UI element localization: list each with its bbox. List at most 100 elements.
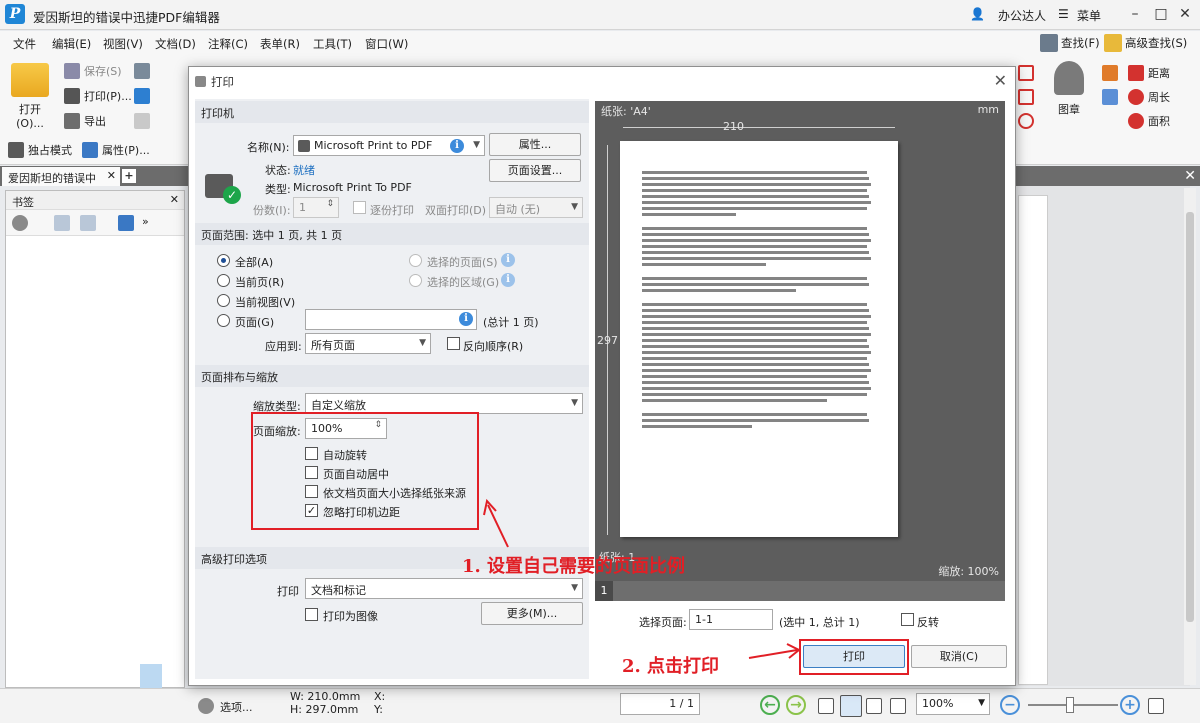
options-gear-icon[interactable] bbox=[198, 698, 214, 714]
print-button[interactable]: 打印(P)... bbox=[64, 88, 132, 104]
pencil-tool[interactable] bbox=[1102, 65, 1118, 81]
zoom-dropdown[interactable]: 100% ▼ bbox=[916, 693, 990, 715]
printer-name-dropdown[interactable]: Microsoft Print to PDF i ▼ bbox=[293, 135, 485, 156]
find-button[interactable]: 查找(F) bbox=[1040, 34, 1100, 52]
advanced-find-button[interactable]: 高级查找(S) bbox=[1104, 34, 1187, 52]
menu-view[interactable]: 视图(V) bbox=[103, 36, 143, 52]
menu-form[interactable]: 表单(R) bbox=[260, 36, 300, 52]
shape-tool-1[interactable] bbox=[1018, 65, 1034, 81]
preview-text-line bbox=[642, 327, 869, 330]
open-button[interactable]: 打开(O)... bbox=[6, 63, 54, 130]
copies-stepper[interactable]: 1 ⇕ bbox=[293, 197, 339, 218]
single-page-icon[interactable] bbox=[818, 698, 834, 714]
minimize-button[interactable]: – bbox=[1126, 5, 1144, 23]
scale-type-dropdown[interactable]: 自定义缩放 ▼ bbox=[305, 393, 583, 414]
document-tab[interactable]: 爱因斯坦的错误中 ✕ bbox=[2, 167, 120, 186]
menu-document[interactable]: 文档(D) bbox=[155, 36, 196, 52]
user-name[interactable]: 办公达人 bbox=[998, 7, 1046, 24]
preview-text-line bbox=[642, 207, 867, 210]
facing-page-icon[interactable] bbox=[866, 698, 882, 714]
document-tab-label: 爱因斯坦的错误中 bbox=[8, 172, 96, 185]
preview-text-line bbox=[642, 233, 869, 236]
gear-icon[interactable] bbox=[12, 215, 28, 231]
menu-comment[interactable]: 注释(C) bbox=[208, 36, 248, 52]
range-selected-area-radio[interactable] bbox=[409, 274, 422, 287]
facing-continuous-icon[interactable] bbox=[890, 698, 906, 714]
email-button[interactable] bbox=[134, 63, 150, 79]
forward-arrow-icon[interactable]: → bbox=[786, 695, 806, 715]
range-selected-pages-radio[interactable] bbox=[409, 254, 422, 267]
pages-input[interactable]: i bbox=[305, 309, 477, 330]
properties-button[interactable]: 属性(P)... bbox=[82, 142, 150, 158]
expand-icon[interactable]: » bbox=[142, 215, 149, 228]
close-tab-icon[interactable]: ✕ bbox=[107, 169, 116, 182]
menu-tools[interactable]: 工具(T) bbox=[313, 36, 352, 52]
bookmark-delete-icon[interactable] bbox=[80, 215, 96, 231]
range-current-radio[interactable] bbox=[217, 274, 230, 287]
preview-text-line bbox=[642, 309, 869, 312]
area-button[interactable]: 面积 bbox=[1128, 113, 1170, 129]
fit-width-icon[interactable] bbox=[1148, 698, 1164, 714]
range-current-view-radio[interactable] bbox=[217, 294, 230, 307]
duplex-dropdown[interactable]: 自动 (无) ▼ bbox=[489, 197, 583, 218]
continuous-page-icon[interactable] bbox=[840, 695, 862, 717]
range-pages-radio[interactable] bbox=[217, 314, 230, 327]
menu-file[interactable]: 文件 bbox=[13, 36, 36, 52]
hamburger-icon[interactable]: ☰ bbox=[1058, 7, 1069, 21]
invert-checkbox[interactable] bbox=[901, 613, 914, 626]
page-number-field[interactable]: 1 / 1 bbox=[620, 693, 700, 715]
maximize-button[interactable]: □ bbox=[1152, 5, 1170, 23]
info-icon[interactable]: i bbox=[450, 139, 464, 153]
select-pages-input[interactable]: 1-1 bbox=[689, 609, 773, 630]
vertical-scrollbar[interactable] bbox=[1184, 188, 1196, 685]
preview-text-line bbox=[642, 375, 867, 378]
shape-tool-2[interactable] bbox=[1018, 89, 1034, 105]
zoom-in-icon[interactable]: + bbox=[1120, 695, 1140, 715]
preview-page-thumb[interactable]: 1 bbox=[595, 581, 613, 601]
menu-button[interactable]: 菜单 bbox=[1077, 7, 1101, 24]
cancel-button[interactable]: 取消(C) bbox=[911, 645, 1007, 668]
new-doc-button[interactable] bbox=[134, 113, 150, 129]
dialog-close-icon[interactable]: ✕ bbox=[994, 71, 1007, 90]
new-bookmark-icon[interactable] bbox=[118, 215, 134, 231]
apply-to-dropdown[interactable]: 所有页面 ▼ bbox=[305, 333, 431, 354]
printer-properties-button[interactable]: 属性... bbox=[489, 133, 581, 156]
range-all-radio[interactable] bbox=[217, 254, 230, 267]
save-button[interactable]: 保存(S) bbox=[64, 63, 122, 79]
reverse-order-checkbox[interactable] bbox=[447, 337, 460, 350]
chevron-down-icon: ▼ bbox=[419, 338, 426, 348]
menu-window[interactable]: 窗口(W) bbox=[365, 36, 408, 52]
close-document-icon[interactable]: ✕ bbox=[1184, 168, 1196, 184]
menu-edit[interactable]: 编辑(E) bbox=[52, 36, 91, 52]
zoom-out-icon[interactable]: − bbox=[1000, 695, 1020, 715]
stamp-button[interactable]: 图章 bbox=[1046, 61, 1092, 117]
eraser-tool[interactable] bbox=[1102, 89, 1118, 105]
close-panel-icon[interactable]: ✕ bbox=[170, 193, 179, 206]
print-as-image-checkbox[interactable] bbox=[305, 608, 318, 621]
options-button[interactable]: 选项... bbox=[220, 699, 253, 715]
scan-button[interactable] bbox=[134, 88, 150, 104]
zoom-slider-handle[interactable] bbox=[1066, 697, 1074, 713]
distance-button[interactable]: 距离 bbox=[1128, 65, 1170, 81]
info-icon[interactable]: i bbox=[501, 273, 515, 287]
page-setup-button[interactable]: 页面设置... bbox=[489, 159, 581, 182]
add-tab-button[interactable]: + bbox=[122, 169, 136, 183]
preview-text-line bbox=[642, 425, 752, 428]
range-total-label: (总计 1 页) bbox=[483, 316, 539, 329]
print-what-dropdown[interactable]: 文档和标记 ▼ bbox=[305, 578, 583, 599]
shape-tool-3[interactable] bbox=[1018, 113, 1034, 129]
close-button[interactable]: ✕ bbox=[1176, 5, 1194, 23]
perimeter-button[interactable]: 周长 bbox=[1128, 89, 1170, 105]
collate-checkbox[interactable] bbox=[353, 201, 366, 214]
export-button[interactable]: 导出 bbox=[64, 113, 106, 129]
back-arrow-icon[interactable]: ← bbox=[760, 695, 780, 715]
more-options-button[interactable]: 更多(M)... bbox=[481, 602, 583, 625]
preview-text-line bbox=[642, 321, 867, 324]
exclusive-mode-button[interactable]: 独占模式 bbox=[8, 142, 72, 158]
scrollbar-thumb[interactable] bbox=[1186, 212, 1194, 622]
range-current-view-label: 当前视图(V) bbox=[235, 296, 296, 309]
info-icon[interactable]: i bbox=[459, 312, 473, 326]
user-icon[interactable]: 👤 bbox=[970, 7, 985, 21]
info-icon[interactable]: i bbox=[501, 253, 515, 267]
bookmark-add-icon[interactable] bbox=[54, 215, 70, 231]
